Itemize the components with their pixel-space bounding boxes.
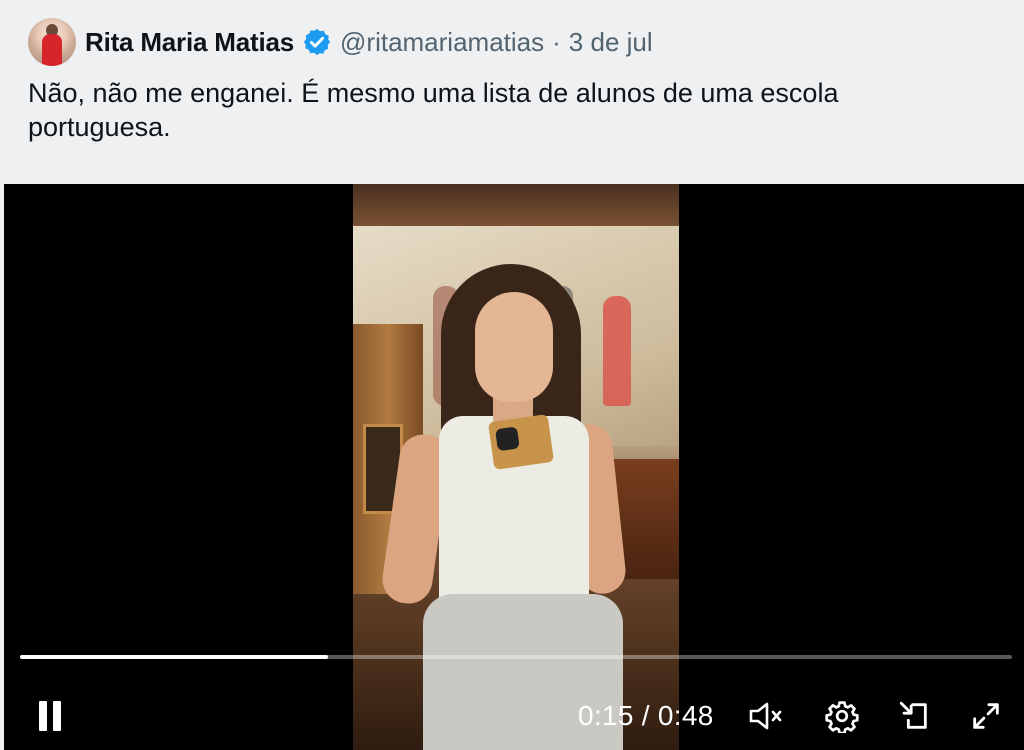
dock-icon: [899, 701, 927, 729]
tweet-date[interactable]: 3 de jul: [569, 27, 653, 58]
dock-button[interactable]: [894, 696, 934, 736]
avatar[interactable]: [28, 18, 76, 66]
tweet-text: Não, não me enganei. É mesmo uma lista d…: [28, 78, 839, 142]
time-display: 0:15 / 0:48: [578, 700, 714, 731]
settings-button[interactable]: [822, 696, 862, 736]
meta-separator: ·: [552, 26, 561, 57]
avatar-figure: [42, 34, 62, 66]
tweet-header: Rita Maria Matias @ritamariamatias · 3 d…: [28, 17, 653, 67]
fullscreen-icon: [973, 703, 999, 729]
verified-badge-icon: [302, 27, 332, 57]
fullscreen-button[interactable]: [966, 696, 1006, 736]
author-name[interactable]: Rita Maria Matias: [85, 27, 294, 58]
mural-figure: [603, 296, 631, 406]
mute-icon: [749, 702, 782, 730]
phone: [487, 414, 555, 470]
scene-ceiling: [353, 184, 679, 226]
video-frame[interactable]: [353, 184, 679, 750]
pause-icon: [39, 701, 47, 731]
pause-button[interactable]: [32, 698, 68, 734]
progress-fill: [20, 655, 328, 659]
settings-icon: [825, 701, 859, 733]
progress-bar[interactable]: [20, 655, 1012, 659]
pause-icon: [53, 701, 61, 731]
person-face: [475, 292, 553, 402]
video-player[interactable]: 0:15 / 0:48: [4, 184, 1024, 750]
mute-button[interactable]: [746, 698, 786, 734]
tweet-card[interactable]: Rita Maria Matias @ritamariamatias · 3 d…: [0, 0, 1024, 750]
video-controls: 0:15 / 0:48: [4, 684, 1024, 744]
author-handle[interactable]: @ritamariamatias: [340, 27, 544, 58]
